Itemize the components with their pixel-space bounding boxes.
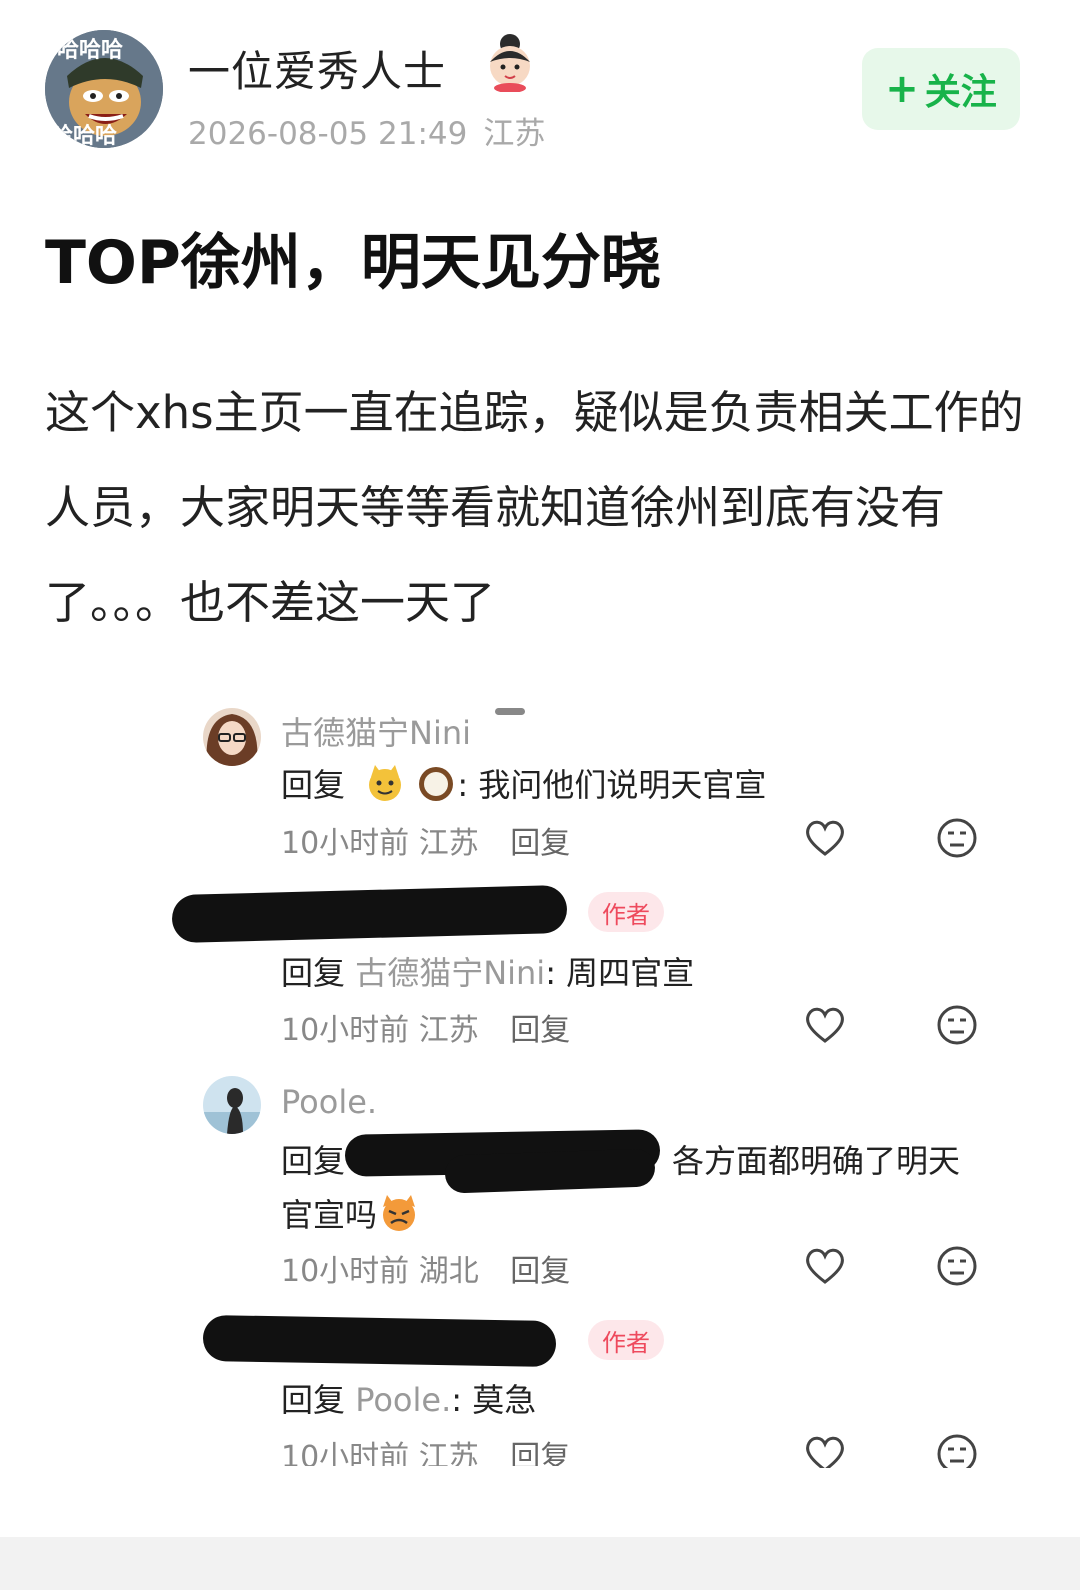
reply-prefix: 回复 <box>281 1381 346 1419</box>
like-icon[interactable] <box>803 1432 847 1468</box>
like-icon[interactable] <box>803 1244 847 1288</box>
comment-time: 10小时前 <box>281 826 410 861</box>
reply-button[interactable]: 回复 <box>510 826 570 861</box>
cat-emoji-icon <box>365 763 405 811</box>
comment-text: 回复 Poole.: 莫急 <box>281 1375 536 1421</box>
comment-location: 江苏 <box>418 826 479 861</box>
comment-meta: 10小时前 江苏 回复 <box>281 1432 570 1466</box>
like-icon[interactable] <box>803 816 847 860</box>
comment-location: 湖北 <box>418 1254 479 1289</box>
bottom-divider <box>0 1537 1080 1590</box>
post-time: 2026-08-05 21:49 <box>188 116 468 152</box>
dislike-icon[interactable] <box>935 1244 979 1288</box>
decor-mark <box>495 708 525 715</box>
comment-text: 回复 <box>281 1136 345 1182</box>
comment-avatar <box>203 708 261 766</box>
comments-screenshot[interactable]: 古德猫宁Nini 回复 : 我问他们说明天官宣 10小时前 江苏 回复 作者 回… <box>0 700 1080 1480</box>
comment-time: 10小时前 <box>281 1013 410 1048</box>
comment-time: 10小时前 <box>281 1440 410 1466</box>
author-tag: 作者 <box>588 892 664 932</box>
redacted-author-name <box>171 884 568 944</box>
comment-body-line2: 官宣吗 <box>281 1190 421 1241</box>
reply-button[interactable]: 回复 <box>510 1440 570 1466</box>
comment-body-2: 官宣吗 <box>281 1196 378 1234</box>
coconut-emoji-icon <box>415 763 457 811</box>
comment-time: 10小时前 <box>281 1254 410 1289</box>
avatar-text-bottom: 哈哈哈 <box>51 124 118 148</box>
reply-target[interactable]: Poole. <box>355 1381 451 1419</box>
reply-prefix: 回复 <box>281 1142 346 1180</box>
comment-location: 江苏 <box>418 1013 479 1048</box>
comment-text: 回复 古德猫宁Nini: 周四官宣 <box>281 948 694 994</box>
comment-author[interactable]: 古德猫宁Nini <box>281 708 471 754</box>
dislike-icon[interactable] <box>935 1003 979 1047</box>
reply-button[interactable]: 回复 <box>510 1254 570 1289</box>
comment-body: 我问他们说明天官宣 <box>478 766 767 804</box>
plus-icon: + <box>885 66 919 112</box>
follow-button[interactable]: + 关注 <box>862 48 1020 130</box>
reply-button[interactable]: 回复 <box>510 1013 570 1048</box>
comment-sep: : <box>457 766 469 804</box>
post-location: 江苏 <box>483 116 546 152</box>
angry-cat-emoji-icon <box>377 1193 421 1241</box>
post-meta: 2026-08-05 21:49 江苏 <box>188 108 545 153</box>
reply-prefix: 回复 <box>281 766 346 804</box>
post-title: TOP徐州，明天见分晓 <box>45 228 661 298</box>
comment-sep: : <box>545 954 556 992</box>
post-body: 这个xhs主页一直在追踪，疑似是负责相关工作的人员，大家明天等等看就知道徐州到底… <box>45 386 1024 629</box>
comment-body: 莫急 <box>472 1381 537 1419</box>
comment-meta: 10小时前 湖北 回复 <box>281 1246 570 1290</box>
comment-text: 回复 : 我问他们说明天官宣 <box>281 760 766 811</box>
comment-meta: 10小时前 江苏 回复 <box>281 1005 570 1049</box>
author-name[interactable]: 一位爱秀人士 <box>188 38 446 99</box>
redacted-author-name <box>202 1314 557 1368</box>
author-tag: 作者 <box>588 1320 664 1360</box>
reply-prefix: 回复 <box>281 954 346 992</box>
comment-body: 各方面都明确了明天 <box>672 1142 961 1180</box>
avatar-text-top: 哈哈哈 <box>57 38 124 63</box>
reply-target[interactable]: 古德猫宁Nini <box>355 954 545 992</box>
comment-sep: : <box>451 1381 463 1419</box>
comment-location: 江苏 <box>418 1440 479 1466</box>
author-avatar[interactable]: 哈哈哈 哈哈哈 <box>45 30 163 148</box>
comment-avatar <box>203 1076 261 1134</box>
comment-body: 周四官宣 <box>566 954 695 992</box>
dislike-icon[interactable] <box>935 816 979 860</box>
redacted-reply-target-2 <box>444 1148 656 1194</box>
comment-author[interactable]: Poole. <box>281 1083 377 1121</box>
follow-label: 关注 <box>924 72 997 113</box>
level-badge-icon <box>486 32 534 93</box>
comment-meta: 10小时前 江苏 回复 <box>281 818 570 862</box>
like-icon[interactable] <box>803 1003 847 1047</box>
dislike-icon[interactable] <box>935 1432 979 1468</box>
